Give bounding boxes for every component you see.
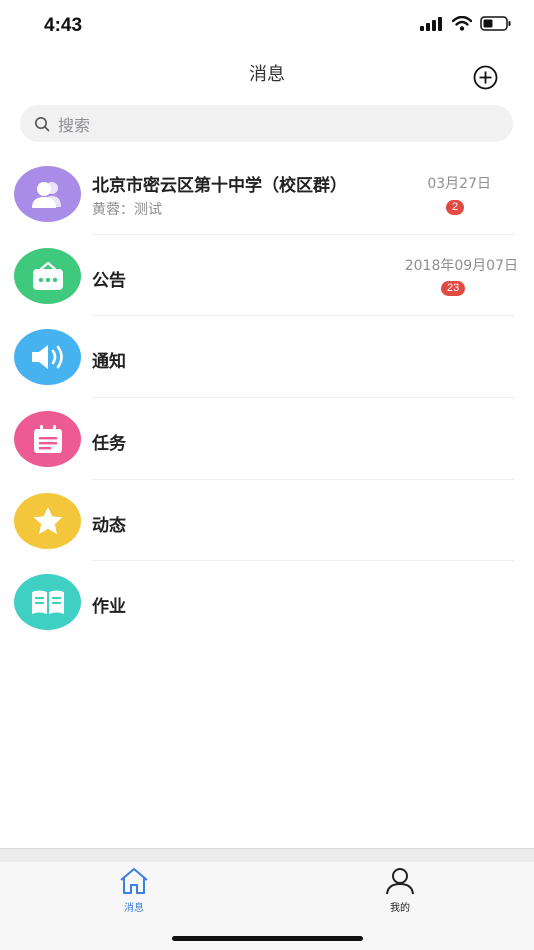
list-item-group[interactable]: 北京市密云区第十中学（校区群） 黄蓉：测试 03月27日 2: [0, 153, 534, 235]
list-item-dynamics[interactable]: 动态: [0, 480, 534, 562]
home-indicator: [172, 936, 363, 941]
list-item-title: 北京市密云区第十中学（校区群）: [92, 176, 347, 196]
group-people-icon: [31, 182, 61, 208]
unread-badge: 2: [446, 200, 465, 215]
search-icon: [35, 116, 50, 131]
list-item-title: 通知: [92, 352, 126, 373]
list-item-task[interactable]: 任务: [0, 398, 534, 480]
tab-label: 消息: [124, 903, 144, 914]
announcement-avatar: [14, 247, 81, 304]
task-avatar: [14, 411, 81, 468]
list-item-date: 03月27日: [427, 176, 491, 192]
search-input[interactable]: 搜索: [20, 105, 513, 142]
tab-bar-band: [0, 849, 534, 862]
person-icon: [386, 868, 414, 895]
status-time: 4:43: [44, 15, 83, 36]
search-placeholder: 搜索: [58, 115, 91, 135]
status-bar: 4:43: [0, 0, 534, 52]
message-list: 北京市密云区第十中学（校区群） 黄蓉：测试 03月27日 2 公告 2018年0…: [0, 153, 534, 643]
tab-profile[interactable]: 我的: [370, 867, 430, 914]
task-calendar-icon: [33, 425, 62, 454]
add-button[interactable]: [473, 65, 498, 90]
page-title: 消息: [249, 64, 285, 85]
list-item-date: 2018年09月07日: [404, 257, 518, 274]
unread-badge: 23: [441, 280, 466, 296]
book-icon: [31, 590, 64, 615]
list-item-homework[interactable]: 作业: [0, 561, 534, 643]
list-item-notice[interactable]: 通知: [0, 316, 534, 399]
tab-bar: 消息 我的: [0, 848, 534, 950]
tab-label: 我的: [390, 903, 410, 914]
list-item-title: 作业: [92, 597, 126, 618]
homework-avatar: [14, 574, 81, 631]
signal-icon: [420, 16, 442, 31]
list-item-title: 动态: [92, 515, 126, 536]
announcement-icon: [32, 261, 63, 290]
list-item-title: 任务: [92, 434, 126, 455]
group-avatar: [14, 166, 81, 222]
nav-bar: 消息: [0, 52, 534, 96]
star-icon: [33, 506, 62, 534]
tab-messages[interactable]: 消息: [104, 867, 164, 914]
notice-avatar: [14, 329, 81, 386]
dynamics-avatar: [14, 492, 81, 549]
status-icons: [420, 16, 512, 31]
list-item-title: 公告: [92, 270, 126, 291]
battery-icon: [480, 16, 511, 31]
wifi-icon: [452, 16, 472, 31]
home-icon: [120, 868, 148, 894]
list-item-subtitle: 黄蓉：测试: [92, 202, 162, 218]
speaker-icon: [31, 345, 63, 370]
list-item-announcement[interactable]: 公告 2018年09月07日 23: [0, 235, 534, 317]
